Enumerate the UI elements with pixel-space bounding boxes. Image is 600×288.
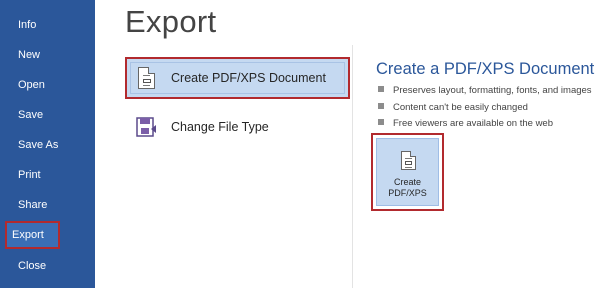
sidebar-item-save[interactable]: Save <box>0 101 95 129</box>
sidebar-item-save-as[interactable]: Save As <box>0 131 95 159</box>
option-create-pdf-xps-label: Create PDF/XPS Document <box>171 71 326 85</box>
sidebar-item-print[interactable]: Print <box>0 161 95 189</box>
change-file-type-icon <box>136 117 158 137</box>
bullet-icon <box>378 103 384 109</box>
sidebar-item-export[interactable]: Export <box>0 221 60 249</box>
sidebar-item-share[interactable]: Share <box>0 191 95 219</box>
detail-title: Create a PDF/XPS Document <box>376 60 595 78</box>
create-button-line1: Create <box>393 177 421 187</box>
bullet-icon <box>378 119 384 125</box>
create-pdf-xps-button[interactable]: Create PDF/XPS <box>376 138 439 206</box>
bullet-item: Preserves layout, formatting, fonts, and… <box>378 85 592 96</box>
create-pdf-xps-button-highlight: Create PDF/XPS <box>371 133 444 211</box>
create-button-line2: PDF/XPS <box>388 188 427 198</box>
pdf-document-icon <box>138 67 155 89</box>
bullet-text: Preserves layout, formatting, fonts, and… <box>393 85 592 96</box>
option-create-pdf-xps[interactable]: Create PDF/XPS Document <box>125 57 350 99</box>
sidebar-item-info[interactable]: Info <box>0 11 95 39</box>
sidebar-item-new[interactable]: New <box>0 41 95 69</box>
option-change-file-type-label[interactable]: Change File Type <box>171 120 269 134</box>
pdf-document-icon <box>401 151 416 170</box>
bullet-item: Content can't be easily changed <box>378 102 528 113</box>
bullet-text: Content can't be easily changed <box>393 102 528 113</box>
sidebar-item-open[interactable]: Open <box>0 71 95 99</box>
bullet-item: Free viewers are available on the web <box>378 118 553 129</box>
sidebar-item-close[interactable]: Close <box>0 252 95 280</box>
panel-divider <box>352 45 353 288</box>
bullet-text: Free viewers are available on the web <box>393 118 554 129</box>
backstage-sidebar: Info New Open Save Save As Print Share E… <box>0 0 95 288</box>
bullet-icon <box>378 86 384 92</box>
page-title: Export <box>125 4 217 39</box>
create-pdf-xps-button-label: Create PDF/XPS <box>377 177 438 199</box>
